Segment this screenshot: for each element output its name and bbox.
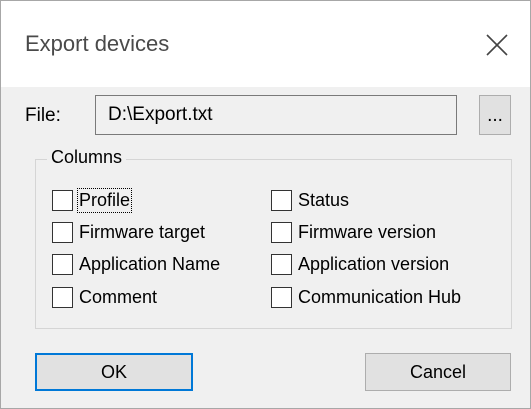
ok-button[interactable]: OK xyxy=(35,353,193,391)
checkbox-label: Comment xyxy=(79,286,158,307)
file-label: File: xyxy=(25,105,61,126)
checkbox-communication-hub[interactable]: Communication Hub xyxy=(271,284,461,310)
checkbox-label: Application Name xyxy=(79,253,221,274)
checkbox-profile[interactable]: Profile xyxy=(52,187,133,213)
columns-group-title: Columns xyxy=(47,147,127,168)
checkbox-box[interactable] xyxy=(52,253,73,275)
close-x-icon xyxy=(486,34,508,56)
checkbox-label: Profile xyxy=(76,187,133,213)
checkbox-label: Communication Hub xyxy=(298,286,462,307)
title-bar: Export devices xyxy=(1,1,530,87)
checkbox-box[interactable] xyxy=(271,189,292,211)
file-path-input[interactable] xyxy=(95,95,457,135)
checkbox-box[interactable] xyxy=(271,253,292,275)
checkbox-label: Status xyxy=(298,189,350,210)
checkbox-label: Application version xyxy=(298,253,450,274)
checkbox-box[interactable] xyxy=(52,189,73,211)
dialog-title: Export devices xyxy=(25,31,170,56)
close-button[interactable] xyxy=(471,19,523,71)
export-devices-dialog: Export devices File: ... Columns Profile… xyxy=(0,0,531,409)
cancel-button[interactable]: Cancel xyxy=(365,353,511,391)
browse-button[interactable]: ... xyxy=(479,95,511,135)
checkbox-status[interactable]: Status xyxy=(271,187,349,213)
checkbox-application-version[interactable]: Application version xyxy=(271,251,449,277)
checkbox-application-name[interactable]: Application Name xyxy=(52,251,220,277)
checkbox-label: Firmware version xyxy=(298,221,437,242)
checkbox-box[interactable] xyxy=(52,221,73,243)
checkbox-box[interactable] xyxy=(271,286,292,308)
checkbox-firmware-version[interactable]: Firmware version xyxy=(271,219,436,245)
checkbox-firmware-target[interactable]: Firmware target xyxy=(52,219,205,245)
checkbox-comment[interactable]: Comment xyxy=(52,284,157,310)
checkbox-label: Firmware target xyxy=(79,221,206,242)
checkbox-box[interactable] xyxy=(52,286,73,308)
checkbox-box[interactable] xyxy=(271,221,292,243)
